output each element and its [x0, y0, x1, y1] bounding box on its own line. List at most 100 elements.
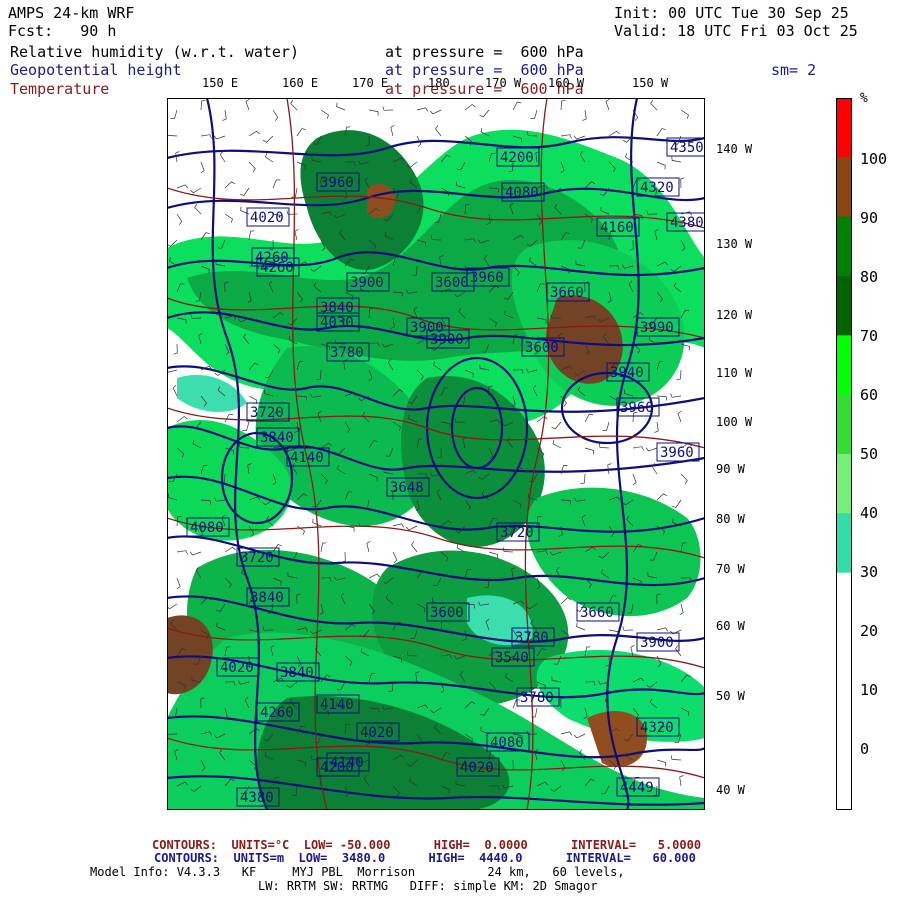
lat-label: 140 W [716, 142, 753, 156]
height-label: 4160 [600, 220, 634, 236]
lat-label: 50 W [716, 689, 745, 703]
lat-label: 60 W [716, 619, 745, 633]
height-label: 3600 [430, 605, 464, 621]
height-label: 4320 [640, 180, 674, 196]
height-label: 3840 [320, 300, 354, 316]
height-label: 3720 [500, 525, 534, 541]
height-label: 4380 [670, 215, 704, 231]
temp-contour-info: CONTOURS: UNITS=°C LOW= -50.000 HIGH= 0.… [152, 838, 702, 852]
colorbar-tick: 10 [860, 681, 879, 699]
colorbar-band [836, 632, 852, 692]
lon-label: 150 E [202, 76, 239, 90]
height-label: 4449 [620, 780, 654, 796]
lat-label: 40 W [716, 783, 745, 797]
height-label: 3720 [240, 550, 274, 566]
colorbar-band [836, 335, 852, 396]
colorbar-band [836, 750, 852, 810]
colorbar-band [836, 691, 852, 752]
colorbar-band [836, 394, 852, 455]
model-info-line1: Model Info: V4.3.3 KF MYJ PBL Morrison 2… [90, 865, 625, 879]
lon-label: 160 E [282, 76, 319, 90]
valid-time: Valid: 18 UTC Fri 03 Oct 25 [614, 22, 858, 40]
weather-map: 4260 4200 4350 4080 4140 4320 4160 4380 3960 4020… [167, 98, 705, 810]
height-label: 4320 [640, 720, 674, 736]
height-label: 3540 [495, 650, 529, 666]
lon-label: 170 W [485, 76, 522, 90]
height-label: 4080 [190, 520, 224, 536]
colorbar-band [836, 276, 852, 336]
colorbar-tick: 60 [860, 386, 879, 404]
height-label: 3960 [470, 270, 504, 286]
colorbar-band [836, 98, 852, 158]
colorbar-band [836, 157, 852, 218]
temp-field-name: Temperature [10, 80, 110, 98]
height-label: 3648 [390, 480, 424, 496]
height-contour-info: CONTOURS: UNITS=m LOW= 3480.0 HIGH= 4440… [154, 851, 696, 865]
height-label: 3600 [435, 275, 469, 291]
init-time: Init: 00 UTC Tue 30 Sep 25 [614, 4, 849, 22]
colorbar-band [836, 513, 852, 574]
lat-label: 130 W [716, 237, 753, 251]
height-label: 4140 [290, 450, 324, 466]
colorbar-tick: 30 [860, 563, 879, 581]
lon-label: 160 W [548, 76, 585, 90]
height-label: 3840 [260, 430, 294, 446]
colorbar-tick: 20 [860, 622, 879, 640]
height-label: 3600 [525, 340, 559, 356]
height-label: 4380 [240, 790, 274, 806]
height-label: 4080 [505, 185, 539, 201]
height-label: 3960 [320, 175, 354, 191]
height-label: 4020 [460, 760, 494, 776]
height-field-name: Geopotential height [10, 61, 182, 79]
height-label: 3900 [430, 332, 464, 348]
height-label: 4020 [220, 660, 254, 676]
height-label: 4260 [255, 250, 289, 266]
rh-field-level: at pressure = 600 hPa [385, 43, 584, 61]
rh-field-name: Relative humidity (w.r.t. water) [10, 43, 299, 61]
height-label: 3940 [610, 365, 644, 381]
lat-label: 120 W [716, 308, 753, 322]
colorbar-tick: 100 [860, 150, 888, 168]
colorbar-band [836, 454, 852, 514]
height-label: 4020 [250, 210, 284, 226]
height-label: 3900 [350, 275, 384, 291]
lon-label: 180 [428, 76, 450, 90]
height-label: 3900 [640, 635, 674, 651]
height-label: 3960 [620, 400, 654, 416]
model-info-line2: LW: RRTM SW: RRTMG DIFF: simple KM: 2D S… [258, 879, 598, 893]
lat-label: 100 W [716, 415, 753, 429]
height-label: 4030 [320, 315, 354, 331]
model-title: AMPS 24-km WRF [8, 4, 135, 22]
forecast-hour: Fcst: 90 h [8, 22, 117, 40]
colorbar-tick: 40 [860, 504, 879, 522]
smoothing-label: sm= 2 [771, 61, 817, 79]
colorbar-tick: 0 [860, 740, 870, 758]
height-label: 3720 [250, 405, 284, 421]
colorbar-tick: 90 [860, 209, 879, 227]
colorbar-tick: 50 [860, 445, 879, 463]
height-label: 3780 [330, 345, 364, 361]
lat-label: 110 W [716, 366, 753, 380]
height-label: 3660 [550, 285, 584, 301]
colorbar-band [836, 216, 852, 277]
colorbar-tick: 80 [860, 268, 879, 286]
height-label: 4260 [260, 705, 294, 721]
height-label: 4140 [320, 697, 354, 713]
height-label: 4200 [500, 150, 534, 166]
height-label: 3780 [520, 690, 554, 706]
lat-label: 80 W [716, 512, 745, 526]
colorbar [836, 98, 852, 810]
height-label: 3780 [515, 630, 549, 646]
lon-label: 150 W [632, 76, 669, 90]
height-label: 4200 [320, 760, 354, 776]
colorbar-band [836, 572, 852, 633]
height-label: 3990 [640, 320, 674, 336]
height-label: 4020 [360, 725, 394, 741]
lat-label: 70 W [716, 562, 745, 576]
height-label: 4080 [490, 735, 524, 751]
height-label: 3840 [250, 590, 284, 606]
height-label: 3840 [280, 665, 314, 681]
lat-label: 90 W [716, 462, 745, 476]
height-label: 3960 [660, 445, 694, 461]
height-label: 4350 [670, 140, 704, 156]
